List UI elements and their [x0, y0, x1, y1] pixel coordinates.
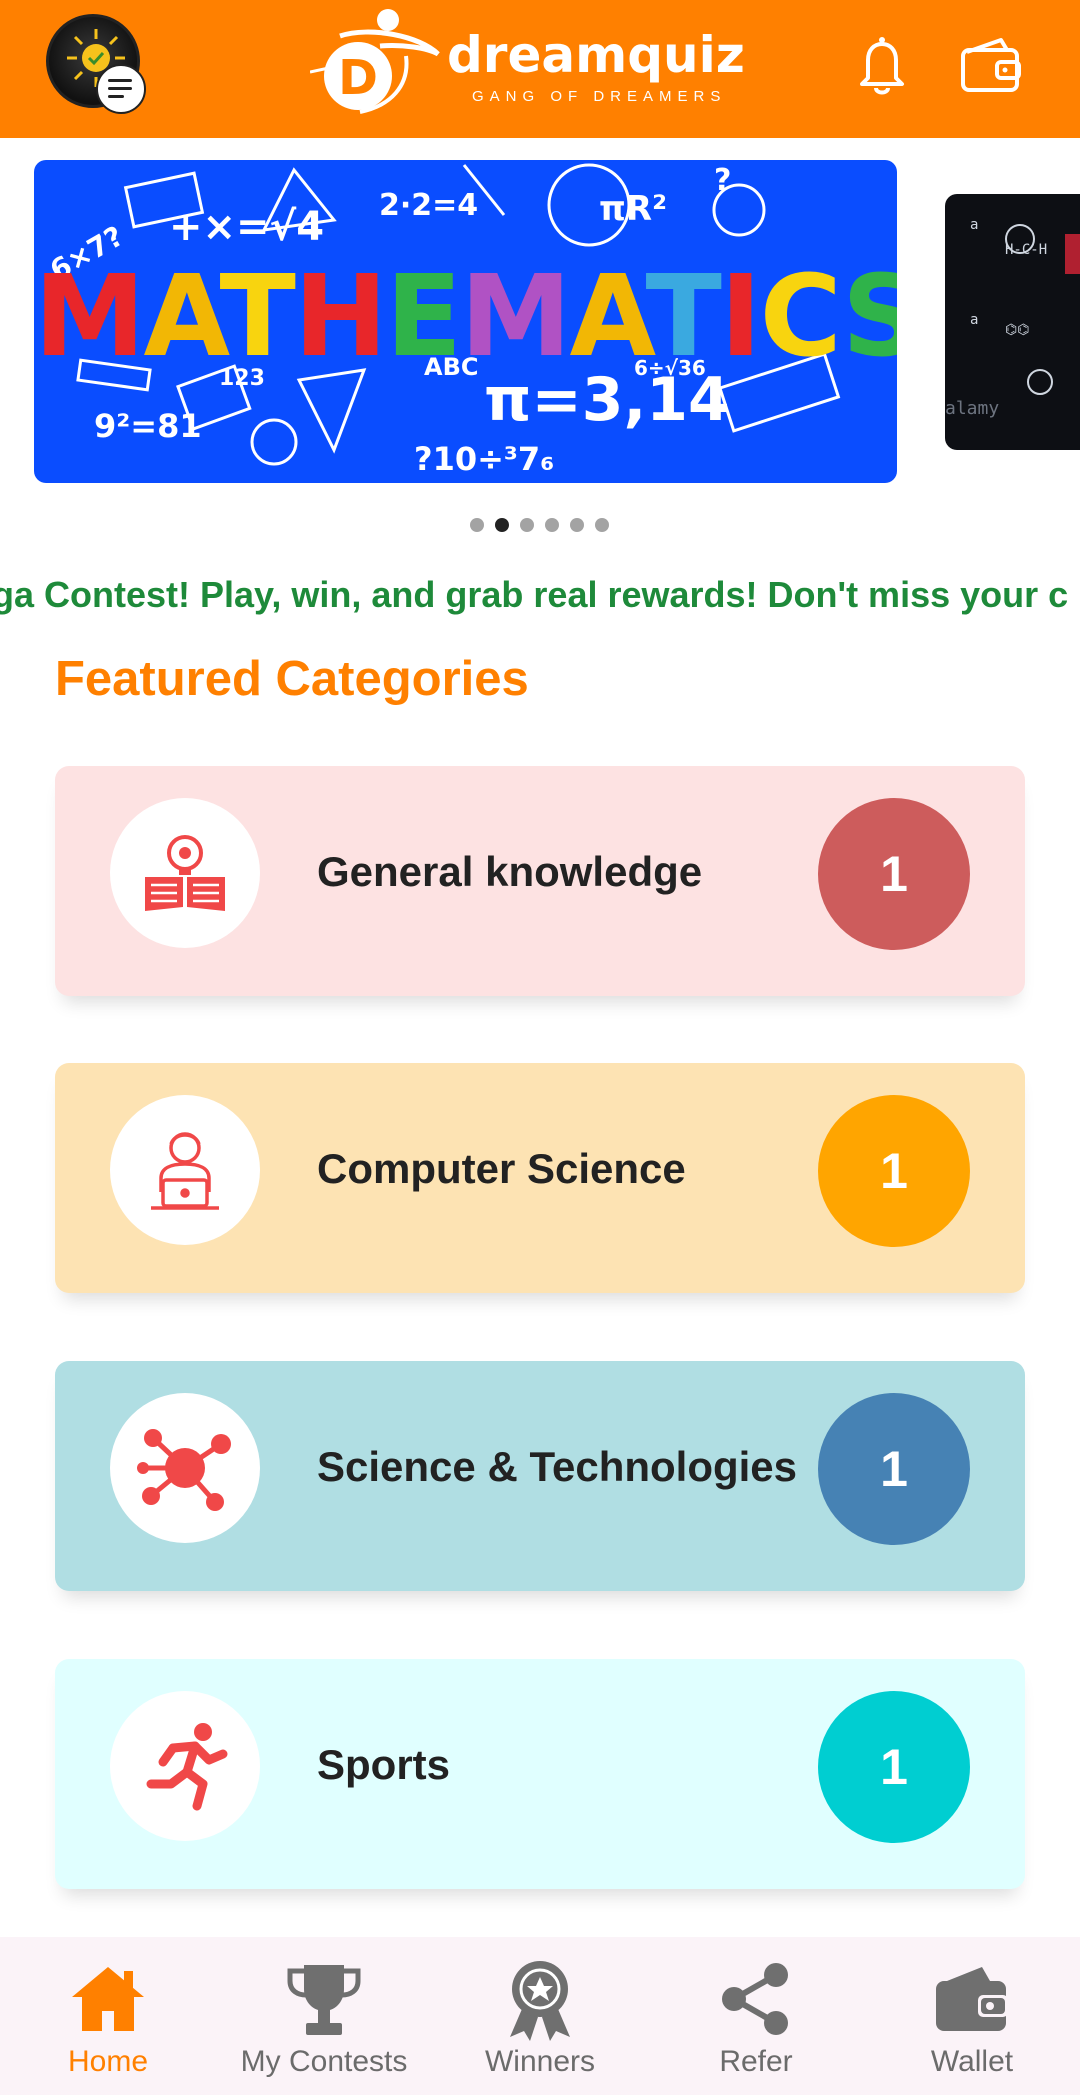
carousel-indicator: [470, 518, 609, 532]
logo-tagline: GANG OF DREAMERS: [472, 88, 727, 105]
nav-item-winners[interactable]: Winners: [432, 1937, 648, 2095]
app-logo: D dreamquiz GANG OF DREAMERS: [310, 6, 750, 124]
nav-item-my-contests[interactable]: My Contests: [216, 1937, 432, 2095]
app-header: D dreamquiz GANG OF DREAMERS: [0, 0, 1080, 138]
nav-item-home[interactable]: Home: [0, 1937, 216, 2095]
nav-label: My Contests: [240, 2045, 408, 2078]
trophy-icon: [282, 1957, 366, 2041]
category-card-sports[interactable]: Sports 1: [55, 1659, 1025, 1889]
profile-menu-button[interactable]: [46, 14, 146, 114]
category-card-general-knowledge[interactable]: General knowledge 1: [55, 766, 1025, 996]
category-card-science-technologies[interactable]: Science & Technologies 1: [55, 1361, 1025, 1591]
menu-icon[interactable]: [96, 64, 146, 114]
svg-text:?10÷³7₆: ?10÷³7₆: [414, 440, 554, 478]
nav-item-wallet[interactable]: Wallet: [864, 1937, 1080, 2095]
nav-item-refer[interactable]: Refer: [648, 1937, 864, 2095]
svg-text:9²=81: 9²=81: [94, 407, 202, 445]
carousel-dot[interactable]: [470, 518, 484, 532]
carousel-dot[interactable]: [570, 518, 584, 532]
carousel-dot[interactable]: [545, 518, 559, 532]
svg-text:+×=√4: +×=√4: [169, 204, 324, 250]
svg-text:?: ?: [714, 163, 731, 198]
chemistry-slide-icon: aH-C-H a⌬⌬ alamy: [945, 217, 1080, 419]
svg-text:alamy: alamy: [945, 398, 999, 419]
book-lightbulb-icon: [110, 798, 260, 948]
svg-text:⌬⌬: ⌬⌬: [1005, 322, 1029, 338]
category-card-computer-science[interactable]: Computer Science 1: [55, 1063, 1025, 1293]
category-label: Computer Science: [317, 1145, 686, 1192]
announcement-text: ga Contest! Play, win, and grab real rew…: [0, 574, 1069, 615]
wallet-icon: [930, 1957, 1014, 2041]
featured-categories-title: Featured Categories: [55, 652, 529, 706]
category-count-badge: 1: [818, 1691, 970, 1843]
announcement-marquee: ga Contest! Play, win, and grab real rew…: [0, 568, 1080, 624]
category-label: Science & Technologies: [317, 1443, 798, 1490]
category-count-badge: 1: [818, 1095, 970, 1247]
category-count-badge: 1: [818, 1393, 970, 1545]
bottom-navigation: Home My Contests Winners Refer Wallet: [0, 1937, 1080, 2095]
svg-text:2·2=4: 2·2=4: [379, 188, 478, 223]
svg-text:a: a: [970, 217, 978, 233]
notification-bell-icon[interactable]: [846, 28, 918, 100]
logo-mark-icon: D: [310, 9, 440, 114]
category-label: General knowledge: [317, 848, 703, 895]
carousel-slide-mathematics[interactable]: 6×7? +×=√4 2·2=4 πR² 123 ABC π=3,14 9²=8…: [34, 160, 897, 483]
category-label: Sports: [317, 1741, 451, 1788]
home-icon: [66, 1957, 150, 2041]
nav-label: Wallet: [930, 2045, 1014, 2078]
carousel-slide-next[interactable]: a H-C-H a ⌬⌬ alamy: [945, 194, 1080, 450]
slide-title: MATHEMATICS: [34, 252, 897, 382]
running-person-icon: [110, 1691, 260, 1841]
nav-label: Refer: [719, 2045, 793, 2078]
logo-wordmark: dreamquiz: [447, 26, 745, 84]
carousel-dot[interactable]: [520, 518, 534, 532]
svg-text:πR²: πR²: [599, 189, 667, 229]
carousel-dot-active[interactable]: [495, 518, 509, 532]
nav-label: Winners: [484, 2045, 596, 2078]
svg-text:a: a: [970, 312, 978, 328]
laptop-user-icon: [110, 1095, 260, 1245]
banner-carousel[interactable]: 6×7? +×=√4 2·2=4 πR² 123 ABC π=3,14 9²=8…: [0, 150, 1080, 500]
nav-label: Home: [67, 2045, 149, 2078]
molecule-icon: [110, 1393, 260, 1543]
svg-text:D: D: [338, 50, 378, 106]
carousel-dot[interactable]: [595, 518, 609, 532]
category-count-badge: 1: [818, 798, 970, 950]
share-icon: [714, 1957, 798, 2041]
header-wallet-icon[interactable]: [955, 28, 1027, 100]
award-badge-icon: [498, 1957, 582, 2041]
